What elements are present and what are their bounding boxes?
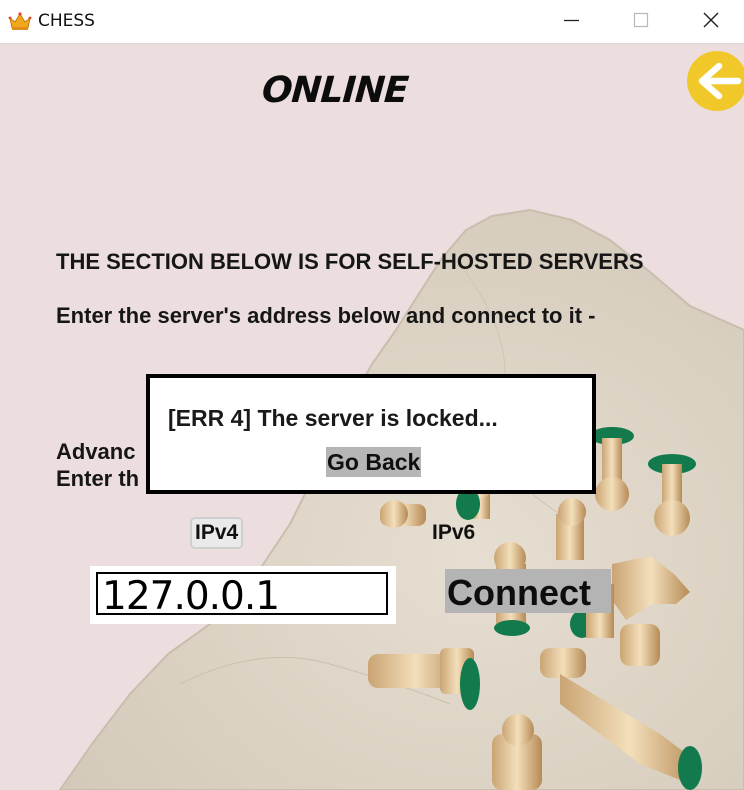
go-back-button[interactable]: Go Back (326, 447, 422, 477)
maximize-icon (633, 12, 649, 28)
address-instruction: Enter the server's address below and con… (56, 303, 596, 328)
advanced-instruction: Enter th (56, 466, 140, 491)
ipv4-toggle[interactable]: IPv4 (190, 517, 244, 549)
maximize-button[interactable] (605, 0, 675, 43)
minimize-button[interactable] (536, 0, 606, 43)
close-icon (703, 12, 719, 28)
pawn-piece (620, 624, 660, 666)
online-screen: ONLINE THE SECTION BELOW IS FOR SELF-HOS… (0, 44, 744, 790)
back-arrow-icon[interactable] (686, 50, 744, 112)
page-title: ONLINE (260, 70, 410, 111)
address-field-container (90, 566, 396, 624)
minimize-icon (564, 19, 579, 22)
connect-button[interactable]: Connect (445, 569, 611, 613)
ipv6-toggle[interactable]: IPv6 (432, 521, 475, 545)
section-heading: THE SECTION BELOW IS FOR SELF-HOSTED SER… (56, 249, 644, 274)
window-title: CHESS (38, 11, 95, 31)
pawn-piece (380, 500, 426, 528)
title-bar: CHESS (0, 0, 744, 44)
advanced-label: Advanc (56, 439, 136, 464)
pawn-piece (556, 498, 586, 560)
server-address-input[interactable] (96, 572, 388, 615)
error-message: [ERR 4] The server is locked... (168, 405, 498, 431)
crown-icon (8, 12, 32, 30)
close-button[interactable] (675, 0, 744, 43)
error-dialog: [ERR 4] The server is locked... Go Back (146, 374, 596, 494)
